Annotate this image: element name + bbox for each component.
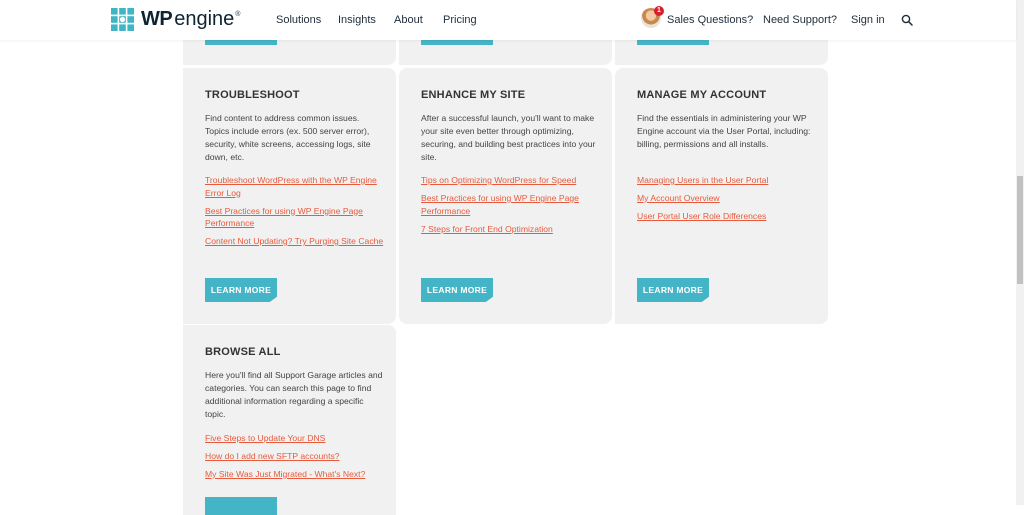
article-link[interactable]: My Site Was Just Migrated - What's Next?: [205, 468, 385, 481]
card-enhance-my-site: ENHANCE MY SITE After a successful launc…: [399, 68, 612, 324]
card-description: Find the essentials in administering you…: [637, 113, 811, 149]
card-title: ENHANCE MY SITE: [421, 89, 526, 101]
nav-insights[interactable]: Insights: [338, 14, 376, 26]
nav-about[interactable]: About: [394, 14, 423, 26]
card-links: Troubleshoot WordPress with the WP Engin…: [205, 174, 385, 253]
card-manage-my-account: MANAGE MY ACCOUNT Find the essentials in…: [615, 68, 828, 324]
card-description: Here you'll find all Support Garage arti…: [205, 370, 383, 419]
logo-wp-text: WP: [141, 8, 173, 30]
learn-more-button-partial[interactable]: [637, 40, 709, 45]
article-link[interactable]: 7 Steps for Front End Optimization: [421, 223, 601, 236]
learn-more-button-partial[interactable]: [421, 40, 493, 45]
article-link[interactable]: Best Practices for using WP Engine Page …: [205, 205, 385, 230]
article-link[interactable]: How do I add new SFTP accounts?: [205, 450, 385, 463]
nav-solutions[interactable]: Solutions: [276, 14, 321, 26]
logo-engine-text: engine: [174, 8, 235, 30]
learn-more-button[interactable]: LEARN MORE: [421, 278, 493, 302]
card-troubleshoot: TROUBLESHOOT Find content to address com…: [183, 68, 396, 324]
nav-need-support[interactable]: Need Support?: [763, 14, 837, 26]
wp-engine-logo-icon: [111, 8, 134, 31]
article-link[interactable]: Troubleshoot WordPress with the WP Engin…: [205, 174, 385, 199]
card-links: Five Steps to Update Your DNS How do I a…: [205, 432, 385, 486]
card-description: After a successful launch, you'll want t…: [421, 113, 596, 162]
nav-sales-questions[interactable]: Sales Questions?: [667, 14, 753, 26]
card-title: TROUBLESHOOT: [205, 89, 300, 101]
nav-sign-in[interactable]: Sign in: [851, 14, 885, 26]
logo-wordmark: WP engine ®: [141, 8, 240, 31]
site-header: WP engine ® Solutions Insights About Pri…: [0, 0, 1016, 40]
article-link[interactable]: My Account Overview: [637, 192, 817, 205]
logo-registered-mark: ®: [235, 11, 241, 18]
card-links: Managing Users in the User Portal My Acc…: [637, 174, 817, 228]
learn-more-button-partial[interactable]: [205, 497, 277, 515]
page-scrollbar-thumb[interactable]: [1017, 176, 1023, 284]
learn-more-button[interactable]: LEARN MORE: [637, 278, 709, 302]
learn-more-button-partial[interactable]: [205, 40, 277, 45]
card-title: MANAGE MY ACCOUNT: [637, 89, 767, 101]
wp-engine-logo[interactable]: WP engine ®: [111, 8, 240, 31]
card-links: Tips on Optimizing WordPress for Speed B…: [421, 174, 601, 241]
article-link[interactable]: Content Not Updating? Try Purging Site C…: [205, 235, 385, 248]
article-link[interactable]: Best Practices for using WP Engine Page …: [421, 192, 601, 217]
card-description: Find content to address common issues. T…: [205, 113, 371, 162]
notification-badge: 1: [654, 6, 664, 16]
card-title: BROWSE ALL: [205, 346, 281, 358]
search-icon[interactable]: [901, 14, 913, 26]
card-browse-all: BROWSE ALL Here you'll find all Support …: [183, 325, 396, 515]
learn-more-button[interactable]: LEARN MORE: [205, 278, 277, 302]
article-link[interactable]: Tips on Optimizing WordPress for Speed: [421, 174, 601, 187]
article-link[interactable]: Managing Users in the User Portal: [637, 174, 817, 187]
article-link[interactable]: Five Steps to Update Your DNS: [205, 432, 385, 445]
nav-pricing[interactable]: Pricing: [443, 14, 477, 26]
article-link[interactable]: User Portal User Role Differences: [637, 210, 817, 223]
